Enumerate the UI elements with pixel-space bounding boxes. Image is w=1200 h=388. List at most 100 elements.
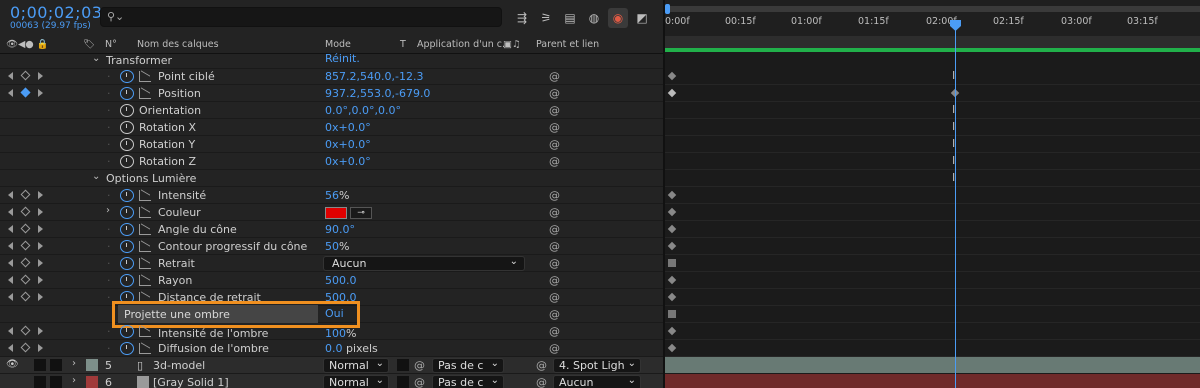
keyframe[interactable] — [667, 292, 677, 302]
layer-name[interactable]: [Gray Solid 1] — [153, 376, 229, 388]
pick-whip-icon[interactable]: @ — [549, 291, 560, 304]
lock-switch[interactable] — [50, 376, 62, 388]
keyframe[interactable] — [667, 190, 677, 200]
graph-icon[interactable] — [139, 258, 151, 269]
graph-icon[interactable] — [139, 343, 151, 354]
property-value[interactable]: 500.0 — [325, 274, 357, 287]
track-matte-dropdown[interactable]: Pas de c ⌄ — [432, 358, 504, 373]
keyframe[interactable] — [667, 71, 677, 81]
graph-icon[interactable] — [139, 241, 151, 252]
label-color-swatch[interactable] — [86, 376, 98, 388]
playhead-line[interactable] — [955, 20, 956, 388]
keyframe-navigator[interactable] — [8, 189, 46, 201]
pick-whip-icon[interactable]: @ — [549, 274, 560, 287]
layer-row-3d-model[interactable]: 👁 › 5 ▯ 3d-model Normal ⌄ @ Pas de c ⌄ @ 4… — [0, 357, 663, 374]
stopwatch-icon[interactable] — [120, 223, 134, 236]
graph-icon[interactable] — [139, 88, 151, 99]
parent-pickwhip-icon[interactable]: @ — [536, 359, 547, 372]
track-matte-header[interactable]: Application d'un c... — [417, 39, 511, 50]
parent-pickwhip-icon[interactable]: @ — [536, 376, 547, 388]
property-value[interactable]: 857.2,540.0,-12.3 — [325, 70, 423, 83]
layer-name[interactable]: 3d-model — [153, 359, 205, 372]
motion-blur-icon[interactable]: ◍ — [584, 8, 604, 28]
twisty-open-icon[interactable]: ⌄ — [92, 171, 100, 182]
time-ruler[interactable]: 0:00f 00:15f 01:00f 01:15f 02:00f 02:15f… — [665, 0, 1200, 36]
property-value[interactable]: 0x+0.0° — [325, 121, 371, 134]
stopwatch-icon[interactable] — [120, 325, 134, 338]
pick-whip-icon[interactable]: @ — [549, 223, 560, 236]
keyframe[interactable] — [667, 88, 677, 98]
property-value[interactable]: 100% — [325, 327, 356, 340]
property-value[interactable]: 90.0° — [325, 223, 355, 236]
property-value[interactable]: 937.2,553.0,-679.0 — [325, 87, 430, 100]
graph-icon[interactable] — [139, 224, 151, 235]
stopwatch-icon[interactable] — [120, 138, 134, 151]
layer-bar-3d-model[interactable] — [665, 357, 1200, 373]
stopwatch-icon[interactable] — [120, 206, 134, 219]
track-matte-dropdown[interactable]: Pas de c ⌄ — [432, 375, 504, 388]
parent-dropdown[interactable]: Aucun ⌄ — [553, 375, 641, 388]
number-header[interactable]: N° — [105, 39, 117, 50]
property-value[interactable]: 0x+0.0° — [325, 138, 371, 151]
property-value[interactable]: 0.0 pixels — [325, 342, 378, 355]
draft-3d-icon[interactable]: ⚞ — [536, 8, 556, 28]
keyframe[interactable] — [667, 241, 677, 251]
pick-whip-icon[interactable]: @ — [549, 138, 560, 151]
timeline-area[interactable]: 0:00f 00:15f 01:00f 01:15f 02:00f 02:15f… — [665, 0, 1200, 388]
label-color-swatch[interactable] — [86, 359, 98, 371]
pick-whip-icon[interactable]: @ — [549, 240, 560, 253]
stopwatch-icon[interactable] — [120, 189, 134, 202]
mode-header[interactable]: Mode — [325, 39, 351, 50]
twisty-closed-icon[interactable]: › — [72, 375, 76, 386]
keyframe[interactable] — [667, 207, 677, 217]
hide-shy-icon[interactable]: ◉ — [608, 8, 628, 28]
blend-mode-dropdown[interactable]: Normal ⌄ — [323, 375, 389, 388]
stopwatch-icon[interactable] — [120, 342, 134, 355]
color-swatch[interactable] — [325, 207, 347, 219]
property-value[interactable]: 0.0°,0.0°,0.0° — [325, 104, 401, 117]
solo-switch[interactable] — [34, 359, 46, 371]
layer-name-header[interactable]: Nom des calques — [137, 39, 219, 50]
twisty-closed-icon[interactable]: › — [72, 358, 76, 369]
solo-switch[interactable] — [34, 376, 46, 388]
property-value[interactable]: 50% — [325, 240, 349, 253]
keyframe[interactable] — [667, 343, 677, 353]
stopwatch-icon[interactable] — [120, 257, 134, 270]
stopwatch-icon[interactable] — [120, 104, 134, 117]
property-group-transformer[interactable]: ⌄ Transformer Réinit. — [0, 52, 663, 69]
parent-header[interactable]: Parent et lien — [536, 39, 599, 50]
stopwatch-icon[interactable] — [120, 274, 134, 287]
keyframe-navigator[interactable] — [8, 223, 46, 235]
pick-whip-icon[interactable]: @ — [549, 257, 560, 270]
layer-search-input[interactable]: ⚲⌄ — [100, 7, 502, 27]
track-matte-pickwhip-icon[interactable]: @ — [414, 359, 425, 372]
keyframe-navigator[interactable] — [8, 206, 46, 218]
keyframe-navigator[interactable] — [8, 291, 46, 303]
pick-whip-icon[interactable]: @ — [549, 342, 560, 355]
current-time-display[interactable]: 0;00;02;03 — [10, 3, 102, 22]
t-header[interactable]: T — [400, 39, 406, 50]
stopwatch-icon[interactable] — [120, 87, 134, 100]
layer-row-gray-solid[interactable]: › 6 [Gray Solid 1] Normal ⌄ @ Pas de c ⌄ @… — [0, 374, 663, 388]
pick-whip-icon[interactable]: @ — [549, 104, 560, 117]
property-value[interactable]: 0x+0.0° — [325, 155, 371, 168]
pick-whip-icon[interactable]: @ — [549, 87, 560, 100]
lock-switch[interactable] — [50, 359, 62, 371]
blend-mode-dropdown[interactable]: Normal ⌄ — [323, 358, 389, 373]
keyframe[interactable] — [667, 275, 677, 285]
casts-shadows-value[interactable]: Oui — [325, 307, 344, 320]
property-group-light-options[interactable]: ⌄ Options Lumière — [0, 170, 663, 187]
stopwatch-icon[interactable] — [120, 240, 134, 253]
work-area-bar[interactable] — [665, 6, 1200, 12]
keyframe-navigator[interactable] — [8, 257, 46, 269]
keyframe[interactable] — [667, 326, 677, 336]
stopwatch-icon[interactable] — [120, 70, 134, 83]
pick-whip-icon[interactable]: @ — [549, 308, 560, 321]
property-value[interactable]: 56% — [325, 189, 349, 202]
stopwatch-icon[interactable] — [120, 121, 134, 134]
hold-keyframe[interactable] — [668, 310, 676, 318]
keyframe-navigator[interactable] — [8, 342, 46, 354]
eyedropper-icon[interactable]: ⊸ — [350, 207, 372, 219]
preserve-transparency-checkbox[interactable] — [397, 376, 409, 388]
stopwatch-icon[interactable] — [120, 155, 134, 168]
